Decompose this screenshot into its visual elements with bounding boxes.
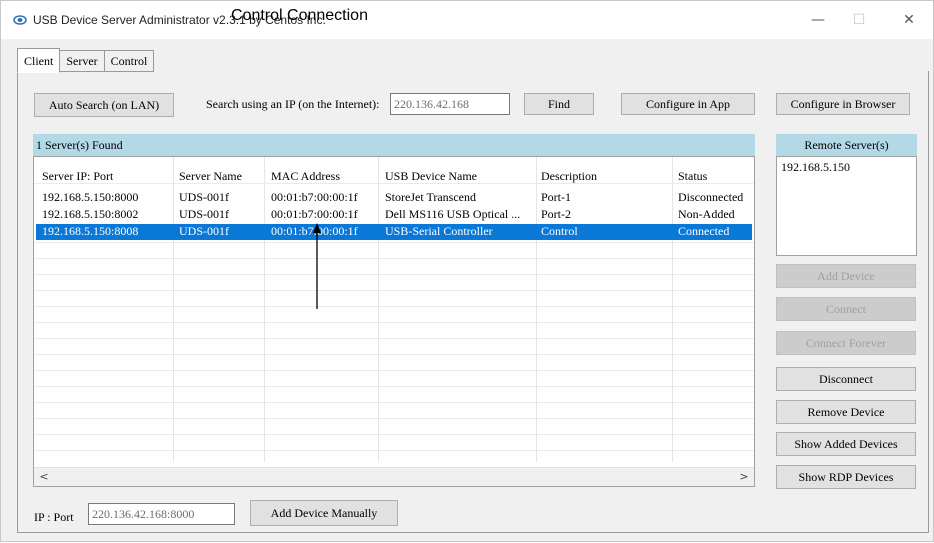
horizontal-scrollbar[interactable]: < > (34, 467, 754, 486)
cell-description[interactable]: Port-1 (541, 190, 571, 205)
remote-server-item[interactable]: 192.168.5.150 (781, 160, 850, 175)
tab-server[interactable]: Server (59, 50, 105, 72)
remote-server-list[interactable]: 192.168.5.150 (776, 156, 917, 256)
search-ip-input[interactable]: 220.136.42.168 (390, 93, 510, 115)
configure-in-browser-button[interactable]: Configure in Browser (776, 93, 910, 115)
find-button[interactable]: Find (524, 93, 594, 115)
add-device-button[interactable]: Add Device (776, 264, 916, 288)
configure-in-app-button[interactable]: Configure in App (621, 93, 755, 115)
scroll-right-icon[interactable]: > (736, 468, 752, 486)
column-divider (672, 157, 673, 462)
connect-button[interactable]: Connect (776, 297, 916, 321)
cell-status[interactable]: Disconnected (678, 190, 743, 205)
grid-line (34, 434, 754, 435)
title-bar: USB Device Server Administrator v2.3.1 b… (1, 1, 933, 39)
grid-line (34, 242, 754, 243)
ip-port-label: IP : Port (34, 510, 74, 524)
connect-forever-button[interactable]: Connect Forever (776, 331, 916, 355)
grid-line (34, 322, 754, 323)
cell-status[interactable]: Non-Added (678, 207, 735, 222)
search-ip-label: Search using an IP (on the Internet): (206, 97, 380, 111)
column-header-usb-device-name[interactable]: USB Device Name (385, 169, 477, 184)
app-logo-icon (13, 15, 27, 25)
cell-mac-address[interactable]: 00:01:b7:00:00:1f (271, 224, 358, 239)
column-header-mac-address[interactable]: MAC Address (271, 169, 340, 184)
column-divider (536, 157, 537, 462)
cell-server-ip[interactable]: 192.168.5.150:8002 (42, 207, 138, 222)
grid-line (34, 402, 754, 403)
column-divider (173, 157, 174, 462)
tab-client[interactable]: Client (17, 48, 61, 73)
show-rdp-devices-button[interactable]: Show RDP Devices (776, 465, 916, 489)
device-list[interactable]: Server IP: Port Server Name MAC Address … (33, 156, 755, 487)
cell-usb-device-name[interactable]: USB-Serial Controller (385, 224, 493, 239)
show-added-devices-button[interactable]: Show Added Devices (776, 432, 916, 456)
grid-line (34, 386, 754, 387)
tab-control[interactable]: Control (103, 50, 155, 72)
auto-search-button[interactable]: Auto Search (on LAN) (34, 93, 174, 117)
grid-line (34, 306, 754, 307)
cell-server-ip[interactable]: 192.168.5.150:8000 (42, 190, 138, 205)
cell-server-name[interactable]: UDS-001f (179, 224, 229, 239)
ip-port-input[interactable]: 220.136.42.168:8000 (88, 503, 235, 525)
remote-servers-header: Remote Server(s) (776, 134, 917, 156)
app-window: USB Device Server Administrator v2.3.1 b… (0, 0, 934, 542)
column-header-description[interactable]: Description (541, 169, 597, 184)
disconnect-button[interactable]: Disconnect (776, 367, 916, 391)
minimize-button[interactable]: — (803, 9, 833, 31)
cell-server-name[interactable]: UDS-001f (179, 207, 229, 222)
column-header-server-name[interactable]: Server Name (179, 169, 242, 184)
grid-line (34, 274, 754, 275)
maximize-button[interactable]: ☐ (844, 9, 874, 31)
grid-line (34, 418, 754, 419)
add-device-manually-button[interactable]: Add Device Manually (250, 500, 398, 526)
cell-mac-address[interactable]: 00:01:b7:00:00:1f (271, 207, 358, 222)
grid-line (34, 370, 754, 371)
grid-line (34, 258, 754, 259)
cell-server-ip[interactable]: 192.168.5.150:8008 (42, 224, 138, 239)
column-header-status[interactable]: Status (678, 169, 707, 184)
grid-line (34, 354, 754, 355)
column-header-server-ip[interactable]: Server IP: Port (42, 169, 113, 184)
caption-overlay: Control Connection (231, 7, 368, 24)
remove-device-button[interactable]: Remove Device (776, 400, 916, 424)
close-button[interactable]: ✕ (894, 9, 924, 31)
cell-mac-address[interactable]: 00:01:b7:00:00:1f (271, 190, 358, 205)
tab-strip: Client Server Control (17, 48, 155, 73)
scroll-left-icon[interactable]: < (36, 468, 52, 486)
column-divider (264, 157, 265, 462)
grid-line (34, 450, 754, 451)
cell-description[interactable]: Control (541, 224, 578, 239)
grid-line (34, 290, 754, 291)
column-divider (378, 157, 379, 462)
cell-description[interactable]: Port-2 (541, 207, 571, 222)
servers-found-bar: 1 Server(s) Found (33, 134, 755, 156)
cell-server-name[interactable]: UDS-001f (179, 190, 229, 205)
cell-usb-device-name[interactable]: Dell MS116 USB Optical ... (385, 207, 520, 222)
cell-usb-device-name[interactable]: StoreJet Transcend (385, 190, 476, 205)
cell-status[interactable]: Connected (678, 224, 729, 239)
grid-line (34, 338, 754, 339)
